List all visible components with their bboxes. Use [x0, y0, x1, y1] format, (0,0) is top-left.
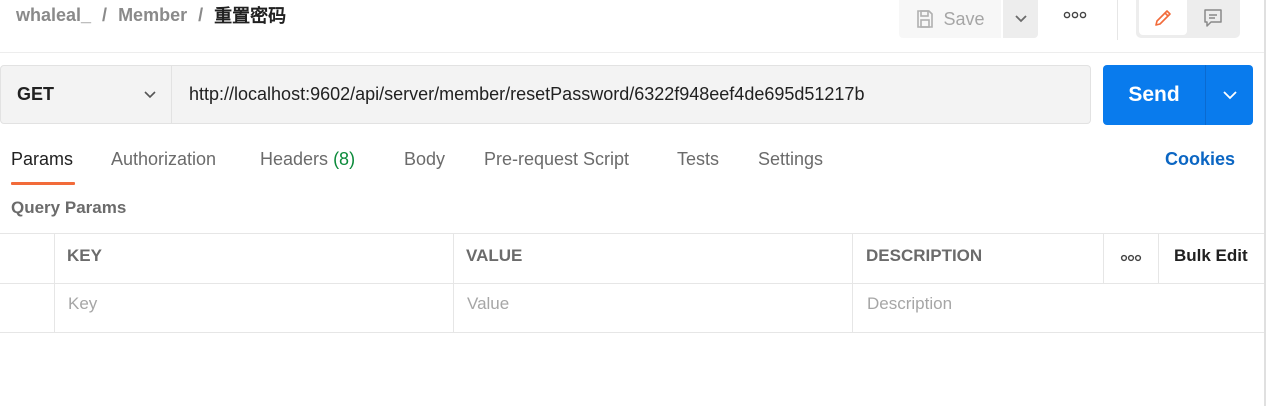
table-border-mid: [0, 283, 1264, 284]
save-icon: [917, 10, 934, 28]
send-label: Send: [1128, 83, 1180, 106]
breadcrumb-collection[interactable]: Member: [118, 5, 187, 26]
send-options-dropdown[interactable]: [1206, 65, 1253, 125]
table-column-divider: [1103, 233, 1104, 283]
table-column-divider: [453, 233, 454, 333]
breadcrumb-separator: /: [102, 4, 108, 25]
table-options-button[interactable]: [1116, 248, 1146, 268]
table-column-divider: [1158, 233, 1159, 283]
breadcrumb-workspace[interactable]: whaleal_: [16, 5, 91, 26]
chevron-down-icon: [1222, 91, 1237, 100]
value-input[interactable]: Value: [467, 294, 509, 318]
save-options-dropdown[interactable]: [1003, 0, 1038, 38]
breadcrumb-request-name[interactable]: 重置密码: [214, 2, 286, 28]
chevron-down-icon: [144, 90, 156, 98]
chevron-down-icon: [1014, 15, 1027, 23]
tab-body[interactable]: Body: [404, 149, 445, 173]
more-horizontal-icon: [1120, 254, 1142, 262]
column-header-description: DESCRIPTION: [866, 246, 983, 265]
tab-authorization[interactable]: Authorization: [111, 149, 216, 173]
more-horizontal-icon: [1063, 11, 1087, 19]
edit-mode-button[interactable]: [1139, 0, 1187, 35]
method-value: GET: [17, 84, 55, 104]
pencil-icon: [1155, 9, 1171, 26]
comment-icon: [1204, 8, 1222, 27]
comments-button[interactable]: [1189, 0, 1237, 35]
header-divider: [0, 52, 1264, 53]
url-value: http://localhost:9602/api/server/member/…: [189, 84, 865, 104]
tab-headers-label: Headers: [260, 149, 329, 169]
bulk-edit-button[interactable]: Bulk Edit: [1174, 246, 1248, 266]
breadcrumb: whaleal_ / Member / 重置密码: [16, 3, 286, 27]
more-actions-button[interactable]: [1058, 3, 1092, 27]
send-button[interactable]: Send: [1103, 65, 1205, 125]
tab-pre-request-script[interactable]: Pre-request Script: [484, 149, 629, 173]
tab-params[interactable]: Params: [11, 149, 73, 173]
table-border-bottom: [0, 332, 1264, 333]
table-border-top: [0, 233, 1264, 234]
tab-headers[interactable]: Headers (8): [260, 149, 355, 173]
save-button[interactable]: Save: [899, 0, 1001, 38]
tab-settings[interactable]: Settings: [758, 149, 823, 173]
url-input[interactable]: http://localhost:9602/api/server/member/…: [172, 65, 1091, 124]
save-label: Save: [943, 8, 985, 29]
column-header-value: VALUE: [466, 246, 523, 265]
cookies-link[interactable]: Cookies: [1165, 149, 1235, 170]
key-input[interactable]: Key: [68, 294, 97, 318]
tab-tests[interactable]: Tests: [677, 149, 719, 173]
table-column-divider: [852, 233, 853, 333]
headers-count-badge: (8): [333, 149, 356, 169]
query-params-title: Query Params: [11, 198, 127, 217]
table-column-divider: [54, 233, 55, 333]
breadcrumb-separator: /: [198, 4, 204, 25]
active-tab-indicator: [11, 182, 75, 185]
column-header-key: KEY: [67, 246, 102, 265]
toolbar-divider: [1117, 0, 1118, 40]
description-input[interactable]: Description: [867, 294, 952, 318]
method-select[interactable]: GET: [0, 65, 172, 124]
